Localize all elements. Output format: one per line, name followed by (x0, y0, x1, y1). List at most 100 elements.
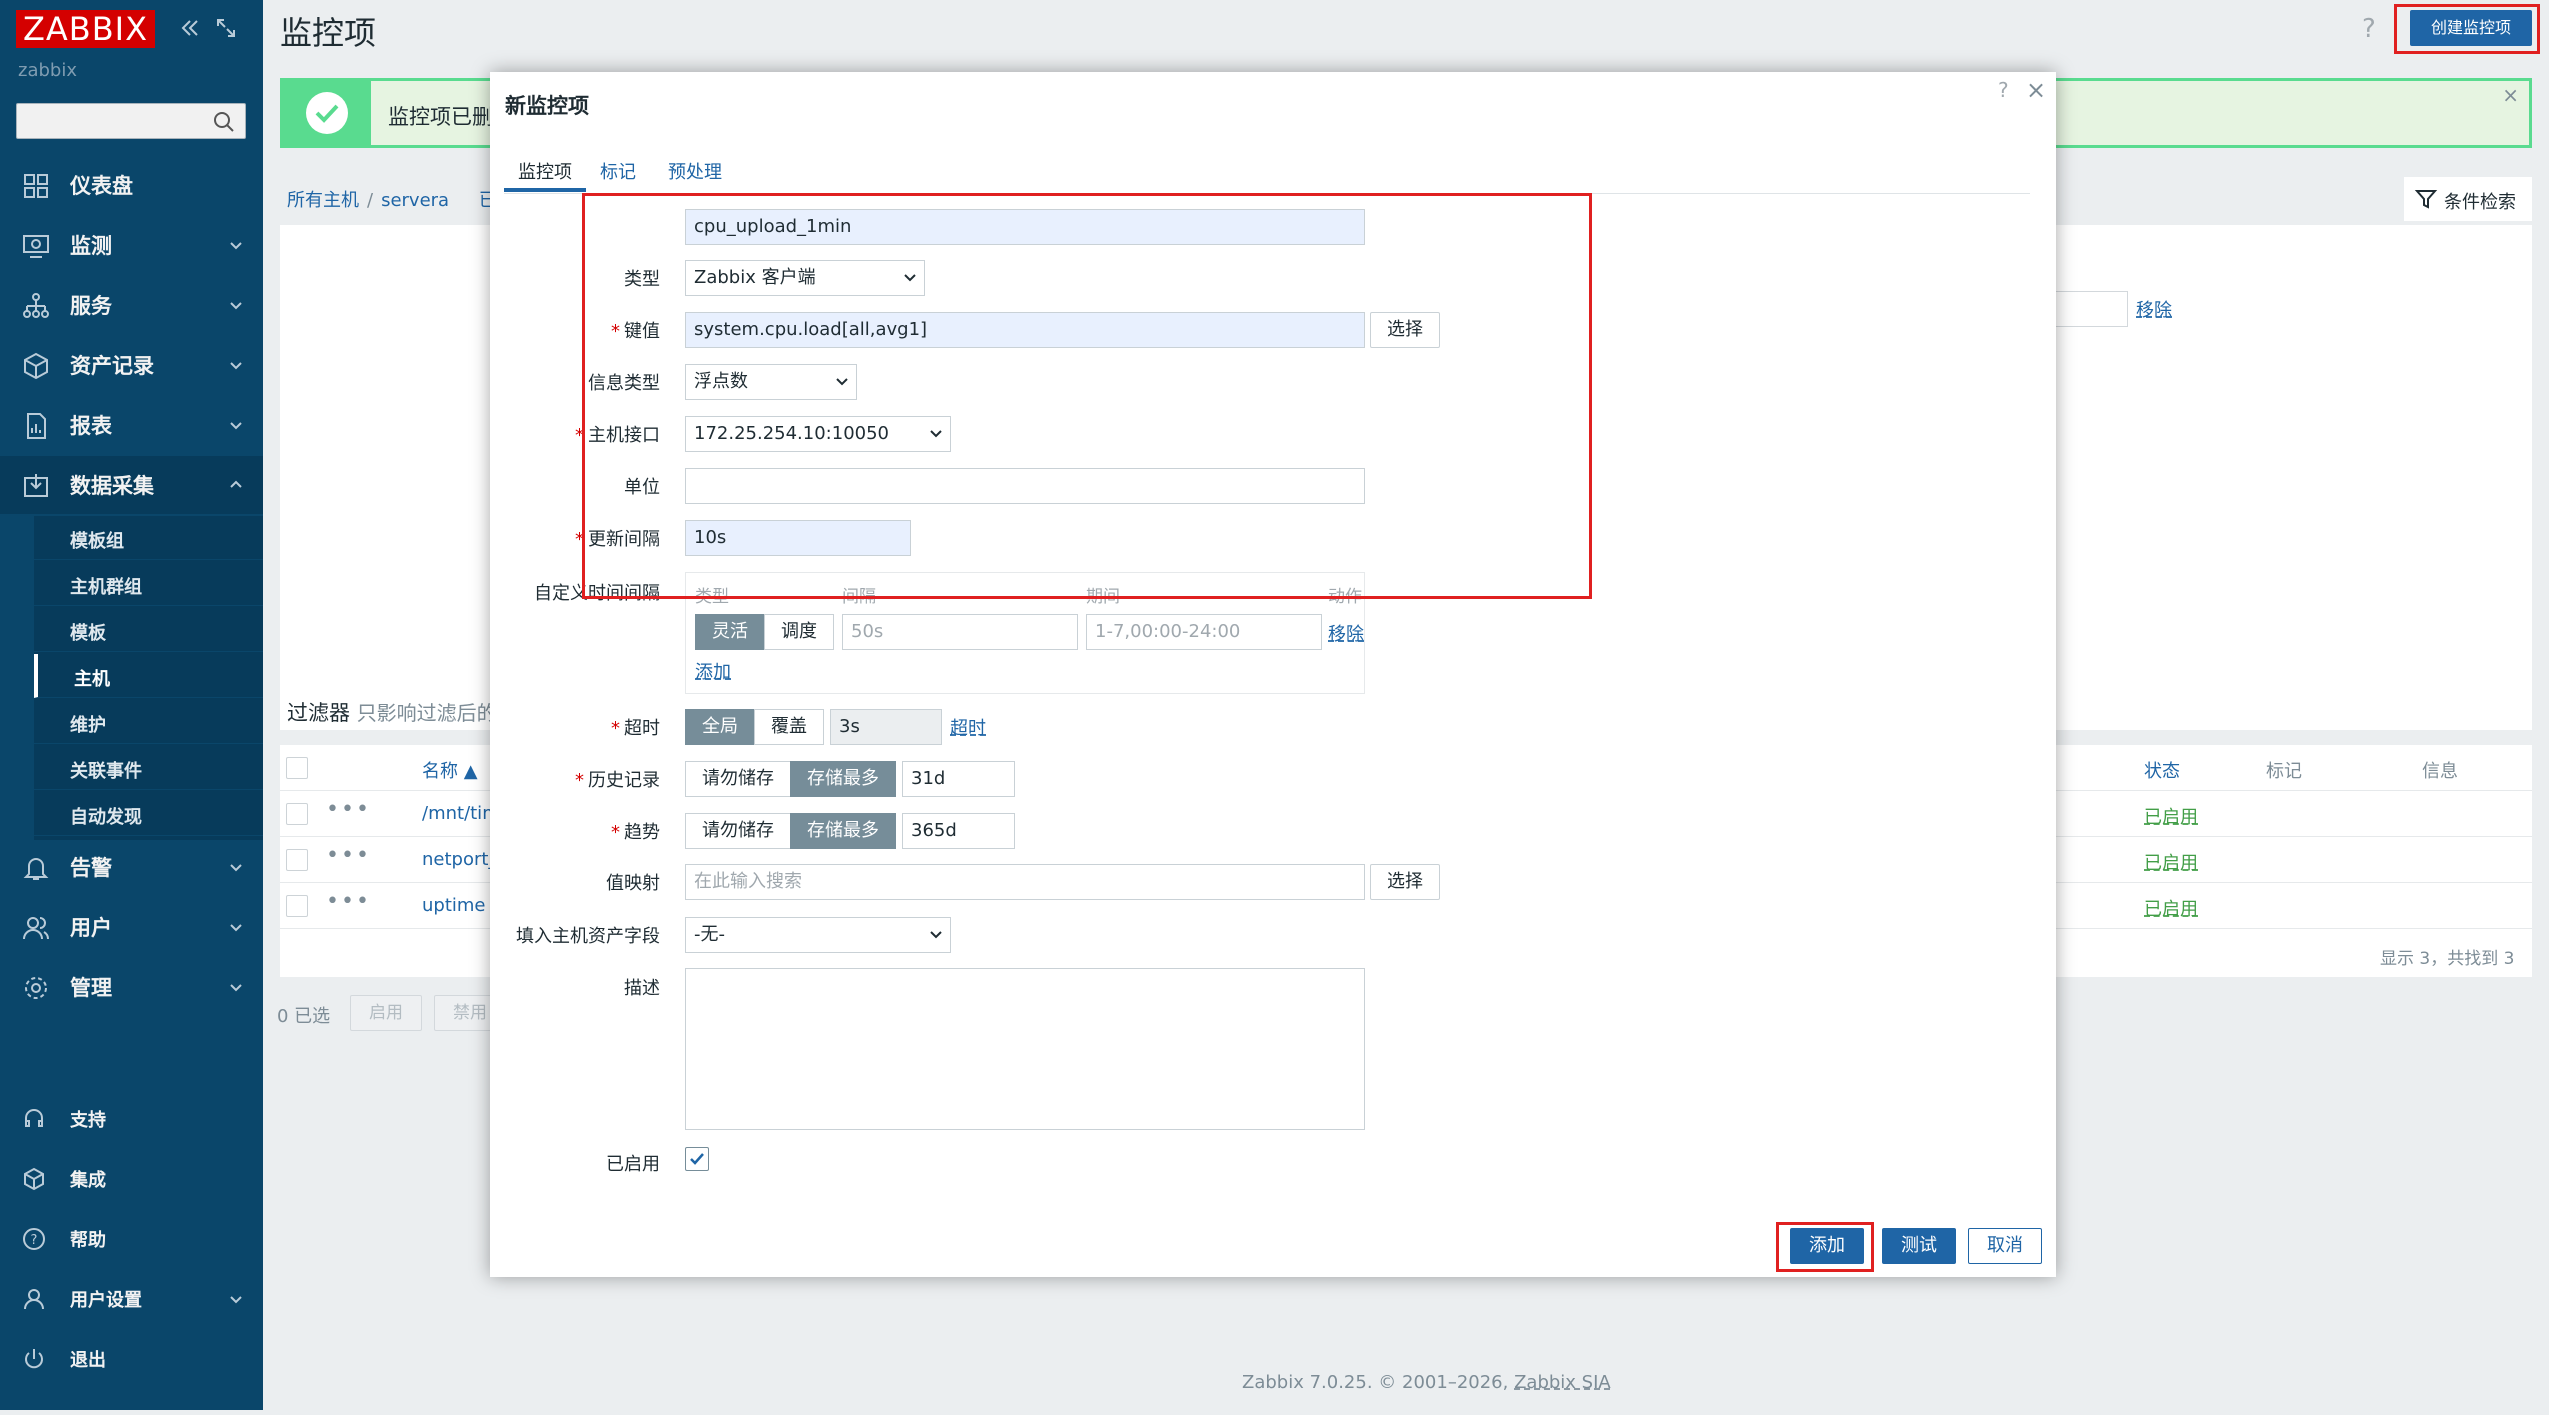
kiosk-mode-icon[interactable] (214, 16, 238, 40)
custom-interval-input[interactable]: 50s (842, 614, 1078, 650)
subnav-discovery[interactable]: 自动发现 (34, 792, 263, 836)
subnav-hosts[interactable]: 主机 (34, 654, 263, 698)
subnav-template-groups[interactable]: 模板组 (34, 516, 263, 560)
timeout-override-toggle[interactable]: 覆盖 (754, 709, 824, 745)
tab-preprocessing[interactable]: 预处理 (654, 158, 736, 192)
integrations-icon (24, 1167, 44, 1191)
nav-help[interactable]: ? 帮助 (0, 1210, 263, 1268)
nav-label: 退出 (70, 1350, 106, 1371)
nav-inventory[interactable]: 资产记录 (0, 336, 263, 394)
item-status[interactable]: 已启用 (2144, 803, 2198, 829)
subnav-label: 关联事件 (70, 761, 142, 782)
nav-dashboard[interactable]: 仪表盘 (0, 156, 263, 214)
inventory-select[interactable]: -无- (685, 917, 951, 953)
label-history: * 历史记录 (575, 770, 660, 791)
timeout-input[interactable]: 3s (830, 709, 942, 745)
power-icon (25, 1349, 43, 1369)
custom-add-link[interactable]: 添加 (695, 658, 731, 684)
nav-services[interactable]: 服务 (0, 276, 263, 334)
trends-input[interactable]: 365d (902, 813, 1015, 849)
filter-remove-link[interactable]: 移除 (2136, 296, 2172, 322)
label-valuemap: 值映射 (460, 869, 660, 895)
footer-link[interactable]: Zabbix SIA (1514, 1372, 1611, 1393)
history-input[interactable]: 31d (902, 761, 1015, 797)
scheduling-toggle[interactable]: 调度 (764, 614, 834, 650)
item-status[interactable]: 已启用 (2144, 895, 2198, 921)
more-icon[interactable]: ••• (326, 797, 371, 822)
flexible-toggle[interactable]: 灵活 (695, 614, 765, 650)
valuemap-select-button[interactable]: 选择 (1370, 864, 1440, 900)
subnav-templates[interactable]: 模板 (34, 608, 263, 652)
valuemap-input[interactable]: 在此输入搜索 (685, 864, 1365, 900)
chevron-down-icon (230, 242, 242, 250)
nav-user-settings[interactable]: 用户设置 (0, 1270, 263, 1328)
trends-do-not-store-toggle[interactable]: 请勿储存 (685, 813, 791, 849)
nav-integrations[interactable]: 集成 (0, 1150, 263, 1208)
help-icon[interactable]: ? (1998, 78, 2009, 102)
close-icon[interactable]: × (2026, 76, 2046, 104)
nav-support[interactable]: 支持 (0, 1090, 263, 1148)
filter-tab[interactable]: 条件检索 (2404, 177, 2532, 221)
description-textarea[interactable] (685, 968, 1365, 1130)
chevron-down-icon (230, 302, 242, 310)
enable-button[interactable]: 启用 (350, 995, 422, 1031)
nav-data-collection[interactable]: 数据采集 (0, 456, 263, 514)
custom-remove-link[interactable]: 移除 (1328, 620, 1364, 646)
nav-administration[interactable]: 管理 (0, 958, 263, 1016)
nav-monitoring[interactable]: 监测 (0, 216, 263, 274)
label-text: 值映射 (606, 873, 660, 894)
data-collection-icon (24, 474, 48, 497)
footer: Zabbix 7.0.25. © 2001–2026, Zabbix SIA (1242, 1372, 1611, 1393)
nav-alerts[interactable]: 告警 (0, 838, 263, 896)
label-trends: * 趋势 (611, 822, 660, 843)
highlight-box (582, 193, 1592, 599)
subnav-label: 维护 (70, 715, 106, 736)
col-status[interactable]: 状态 (2144, 757, 2180, 783)
nav-reports[interactable]: 报表 (0, 396, 263, 454)
item-name[interactable]: netport_ (422, 849, 497, 870)
history-store-toggle[interactable]: 存储最多 (790, 761, 896, 797)
timeout-global-toggle[interactable]: 全局 (685, 709, 755, 745)
more-icon[interactable]: ••• (326, 889, 371, 914)
subnav-maintenance[interactable]: 维护 (34, 700, 263, 744)
tab-tags[interactable]: 标记 (586, 158, 650, 192)
tab-item[interactable]: 监控项 (504, 158, 586, 192)
test-button[interactable]: 测试 (1882, 1228, 1956, 1264)
subnav-label: 主机群组 (70, 577, 142, 598)
timeout-link[interactable]: 超时 (950, 714, 986, 740)
row-checkbox[interactable] (286, 803, 308, 825)
dialog-title: 新监控项 (505, 94, 589, 118)
breadcrumb-all-hosts[interactable]: 所有主机 (287, 190, 359, 211)
collapse-sidebar-icon[interactable] (178, 16, 202, 40)
cancel-button[interactable]: 取消 (1968, 1228, 2042, 1264)
subnav-event-correlation[interactable]: 关联事件 (34, 746, 263, 790)
more-icon[interactable]: ••• (326, 843, 371, 868)
nav-users[interactable]: 用户 (0, 898, 263, 956)
nav-sign-out[interactable]: 退出 (0, 1330, 263, 1388)
filter-tag-input[interactable] (2050, 291, 2128, 327)
bell-icon (23, 858, 49, 880)
results-count: 显示 3，共找到 3 (2380, 949, 2515, 969)
subnav-label: 自动发现 (70, 807, 142, 828)
item-name[interactable]: uptime (422, 895, 486, 916)
enabled-checkbox[interactable] (685, 1147, 709, 1171)
success-icon-block (283, 81, 371, 145)
breadcrumb: 所有主机 / servera 已 (287, 186, 497, 212)
subnav-host-groups[interactable]: 主机群组 (34, 562, 263, 606)
close-icon[interactable]: × (2502, 83, 2519, 107)
row-checkbox[interactable] (286, 895, 308, 917)
breadcrumb-host[interactable]: servera (381, 190, 449, 211)
chevron-down-icon (930, 931, 942, 939)
help-icon[interactable]: ? (2362, 14, 2376, 44)
trends-store-toggle[interactable]: 存储最多 (790, 813, 896, 849)
custom-period-input[interactable]: 1-7,00:00-24:00 (1086, 614, 1322, 650)
row-checkbox[interactable] (286, 849, 308, 871)
nav-label: 支持 (70, 1110, 106, 1131)
chevron-up-icon (230, 480, 242, 488)
history-do-not-store-toggle[interactable]: 请勿储存 (685, 761, 791, 797)
select-all-checkbox[interactable] (286, 757, 308, 779)
search-icon[interactable] (212, 110, 236, 134)
zabbix-logo[interactable]: ZABBIX (16, 10, 155, 48)
sidebar: ZABBIX zabbix 仪表盘 监测 服务 资产记录 报表 数据采集 模板组… (0, 0, 263, 1410)
item-status[interactable]: 已启用 (2144, 849, 2198, 875)
